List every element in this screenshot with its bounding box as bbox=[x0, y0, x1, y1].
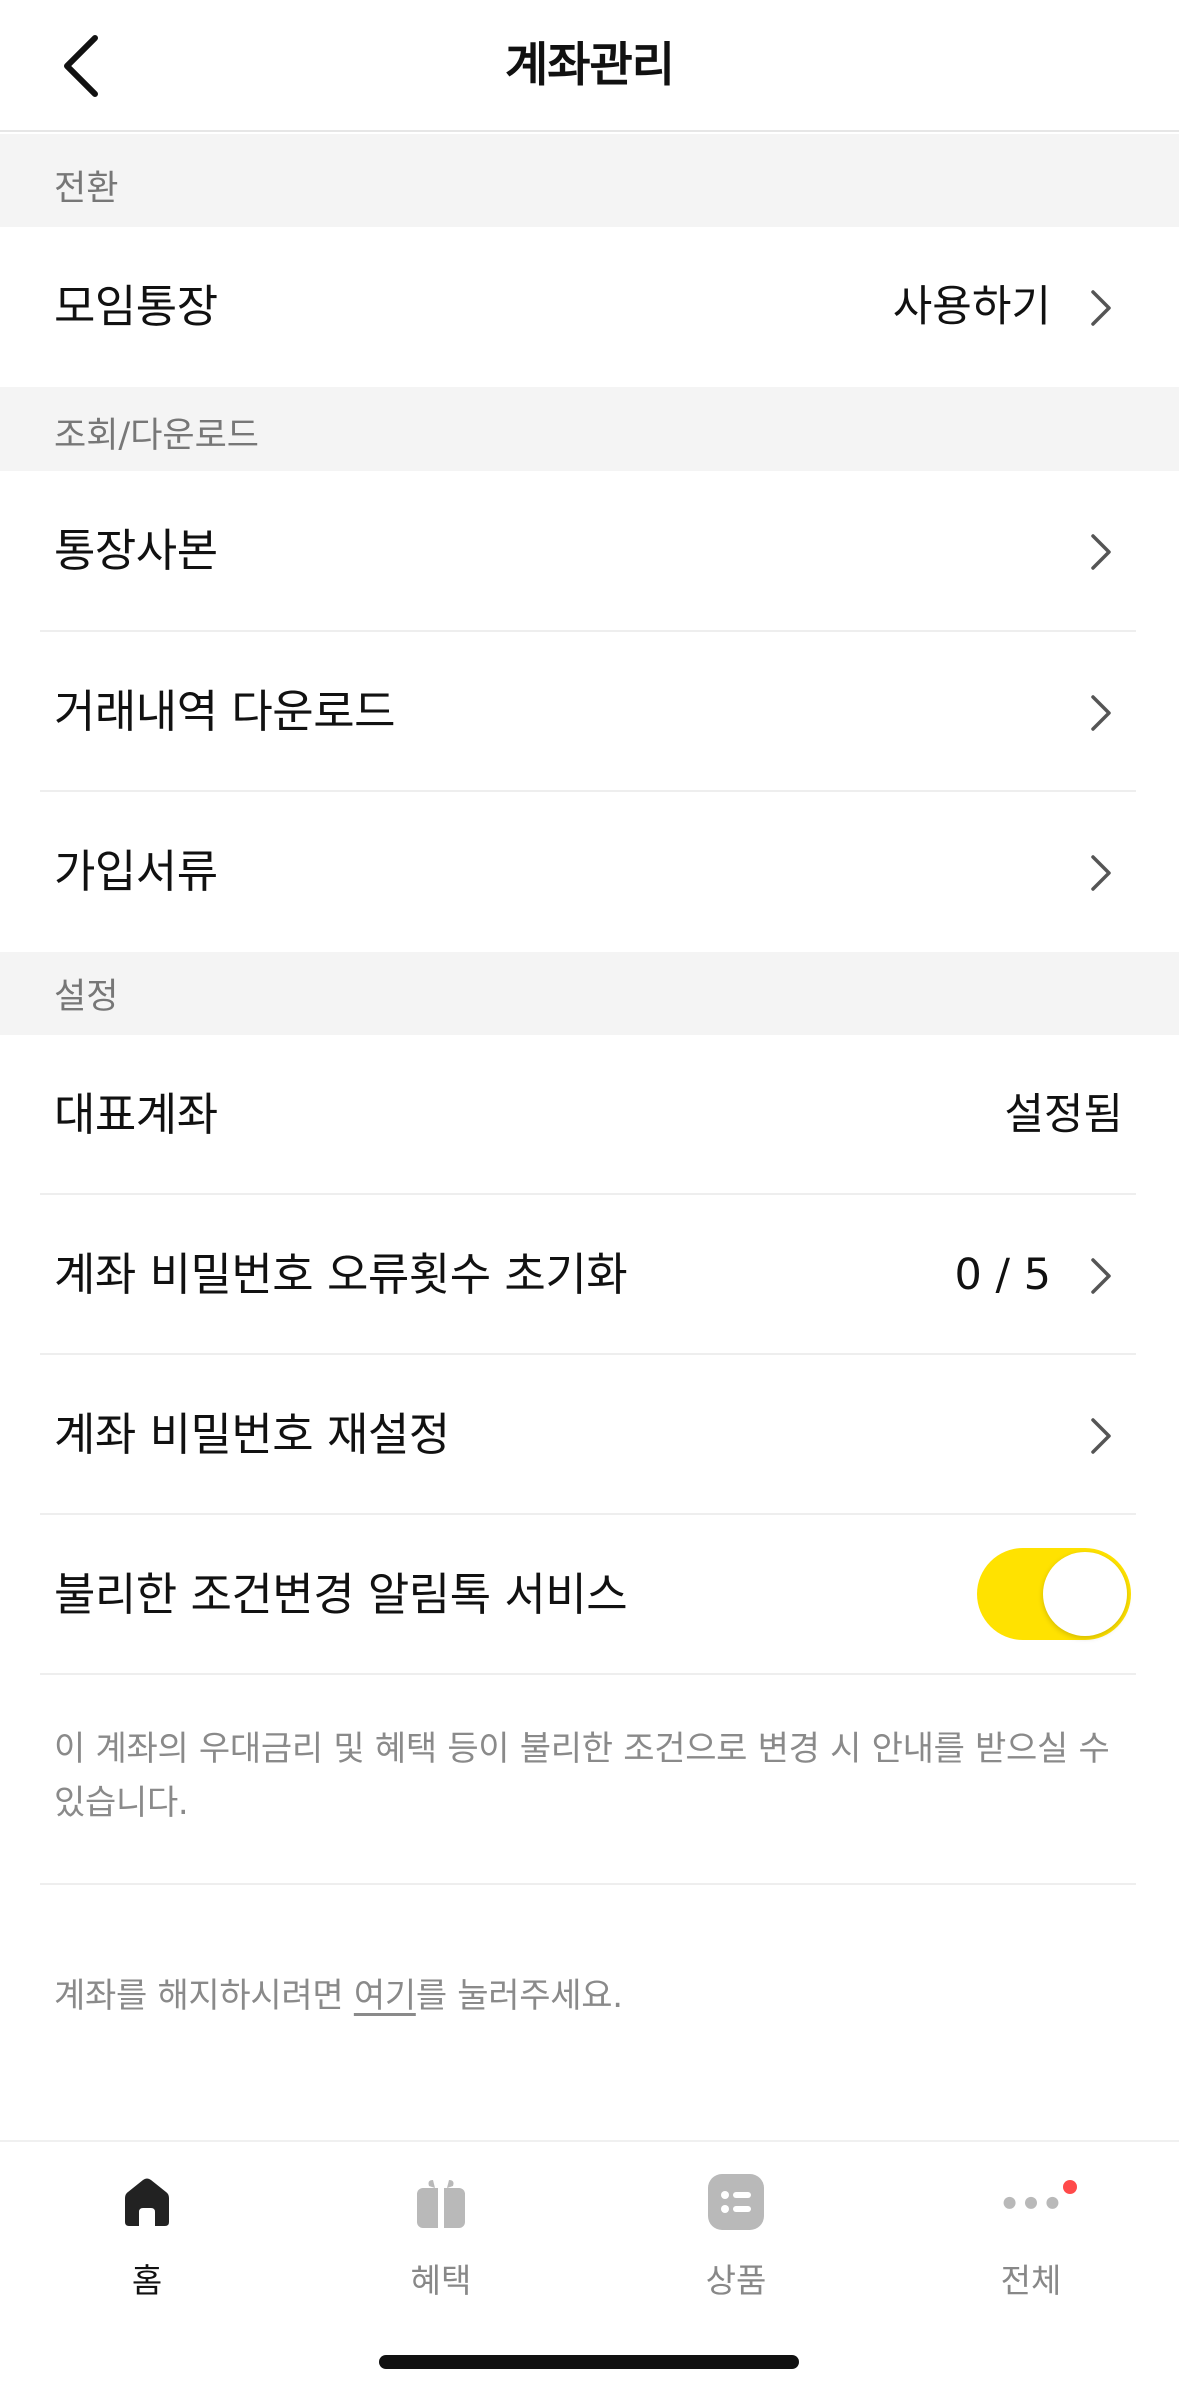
close-account-suffix: 를 눌러주세요. bbox=[415, 1976, 623, 2016]
chevron-right-icon bbox=[1091, 1258, 1111, 1294]
alert-service-toggle[interactable] bbox=[977, 1548, 1131, 1640]
section-title: 조회/다운로드 bbox=[54, 416, 259, 456]
list-icon bbox=[708, 2174, 764, 2230]
section-header-lookup: 조회/다운로드 bbox=[0, 387, 1179, 471]
section-header-switch: 전환 bbox=[0, 134, 1179, 227]
row-label: 거래내역 다운로드 bbox=[54, 685, 396, 738]
close-account-text: 계좌를 해지하시려면 여기를 눌러주세요. bbox=[54, 1968, 623, 2017]
bankbook-copy-row[interactable]: 통장사본 bbox=[0, 471, 1179, 631]
gift-icon bbox=[417, 2180, 465, 2228]
tab-home[interactable]: 홈 bbox=[47, 2166, 247, 2306]
row-label: 가입서류 bbox=[54, 845, 218, 898]
more-icon bbox=[1003, 2196, 1059, 2209]
tab-label: 혜택 bbox=[410, 2261, 472, 2300]
chevron-right-icon bbox=[1091, 534, 1111, 570]
transaction-download-row[interactable]: 거래내역 다운로드 bbox=[0, 632, 1179, 792]
alert-service-notice: 이 계좌의 우대금리 및 혜택 등이 불리한 조건으로 변경 시 안내를 받으실… bbox=[54, 1729, 1110, 1823]
password-error-reset-row[interactable]: 계좌 비밀번호 오류횟수 초기화 0 / 5 bbox=[0, 1195, 1179, 1355]
tab-label: 전체 bbox=[1000, 2261, 1062, 2300]
row-label: 통장사본 bbox=[54, 524, 218, 577]
close-account-link[interactable]: 여기 bbox=[354, 1976, 416, 2016]
row-label: 계좌 비밀번호 재설정 bbox=[54, 1408, 450, 1461]
section-title: 전환 bbox=[54, 169, 119, 209]
section-header-settings: 설정 bbox=[0, 952, 1179, 1035]
row-label: 모임통장 bbox=[54, 280, 218, 333]
row-value: 사용하기 bbox=[892, 282, 1051, 332]
tab-label: 상품 bbox=[705, 2261, 767, 2300]
row-label: 대표계좌 bbox=[54, 1088, 218, 1141]
section-title: 설정 bbox=[54, 977, 119, 1017]
page-title: 계좌관리 bbox=[505, 38, 675, 93]
tab-products[interactable]: 상품 bbox=[636, 2166, 836, 2306]
row-value: 설정됨 bbox=[1004, 1090, 1123, 1140]
chevron-right-icon bbox=[1091, 855, 1111, 891]
chevron-right-icon bbox=[1091, 290, 1111, 326]
close-account-prefix: 계좌를 해지하시려면 bbox=[54, 1976, 354, 2016]
chevron-right-icon bbox=[1091, 1418, 1111, 1454]
password-reset-row[interactable]: 계좌 비밀번호 재설정 bbox=[0, 1355, 1179, 1515]
tab-label: 홈 bbox=[131, 2261, 163, 2300]
toggle-knob bbox=[1043, 1552, 1127, 1636]
tab-all[interactable]: 전체 bbox=[931, 2166, 1131, 2306]
tab-benefits[interactable]: 혜택 bbox=[341, 2166, 541, 2306]
top-bar: 계좌관리 bbox=[0, 0, 1179, 132]
row-label: 계좌 비밀번호 오류횟수 초기화 bbox=[54, 1248, 628, 1301]
row-label: 불리한 조건변경 알림톡 서비스 bbox=[54, 1568, 628, 1621]
divider bbox=[40, 1883, 1136, 1885]
main-account-row: 대표계좌 설정됨 bbox=[0, 1035, 1179, 1195]
home-indicator bbox=[379, 2355, 799, 2369]
signup-documents-row[interactable]: 가입서류 bbox=[0, 792, 1179, 952]
divider bbox=[40, 1673, 1136, 1675]
group-account-row[interactable]: 모임통장 사용하기 bbox=[0, 227, 1179, 387]
chevron-right-icon bbox=[1091, 695, 1111, 731]
notification-dot bbox=[1063, 2180, 1077, 2194]
error-count-value: 0 / 5 bbox=[954, 1250, 1051, 1300]
home-icon bbox=[125, 2178, 169, 2226]
